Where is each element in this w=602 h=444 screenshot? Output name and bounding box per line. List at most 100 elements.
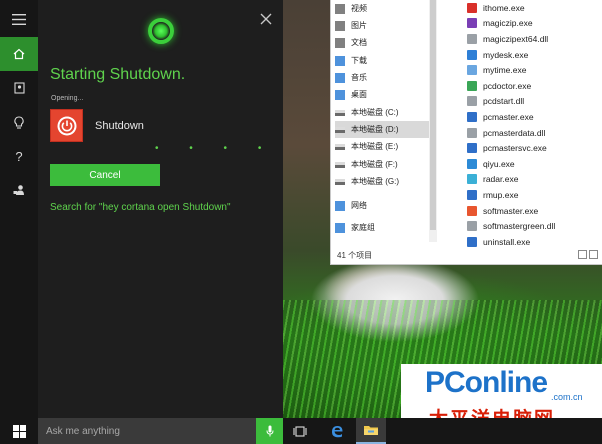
- file-icon: [467, 189, 477, 200]
- watermark-domain: .com.cn: [551, 392, 583, 402]
- nav-item[interactable]: 网络: [335, 197, 431, 214]
- nav-item[interactable]: 本地磁盘 (C:): [335, 104, 431, 121]
- file-name: pcdstart.dll: [483, 96, 525, 107]
- view-toggle[interactable]: [578, 250, 598, 259]
- file-name: ithome.exe: [483, 2, 525, 13]
- details-view-icon[interactable]: [578, 250, 587, 259]
- nav-item[interactable]: 下载: [335, 52, 431, 69]
- cancel-button[interactable]: Cancel: [50, 164, 160, 186]
- nav-item[interactable]: 视频: [335, 0, 431, 17]
- menu-icon[interactable]: [0, 2, 38, 36]
- music-folder-icon: [335, 72, 345, 83]
- microphone-icon: [266, 425, 273, 437]
- file-name: softmaster.exe: [483, 205, 539, 216]
- file-item[interactable]: radar.exe: [467, 172, 602, 188]
- file-name: qiyu.exe: [483, 158, 515, 169]
- search-hint-link[interactable]: Search for "hey cortana open Shutdown": [50, 202, 231, 213]
- file-item[interactable]: pcmastersvc.exe: [467, 140, 602, 156]
- app-name[interactable]: Shutdown: [95, 120, 144, 132]
- nav-item-label: 家庭组: [351, 223, 375, 232]
- nav-item-label: 本地磁盘 (D:): [351, 125, 399, 134]
- pictures-folder-icon: [335, 20, 345, 31]
- cortana-rail: ?: [0, 0, 38, 418]
- file-item[interactable]: mydesk.exe: [467, 47, 602, 63]
- file-item[interactable]: pcmasterdata.dll: [467, 125, 602, 141]
- shutdown-app-icon[interactable]: [50, 109, 83, 142]
- file-item[interactable]: softmastergreen.dll: [467, 218, 602, 234]
- drive-icon: [335, 178, 345, 185]
- nav-item-label: 图片: [351, 21, 367, 30]
- nav-item[interactable]: 文档: [335, 34, 431, 51]
- file-item[interactable]: magiczipext64.dll: [467, 31, 602, 47]
- file-item[interactable]: magiczip.exe: [467, 16, 602, 32]
- watermark-logo: PConline: [425, 366, 548, 400]
- file-name: pcmastersvc.exe: [483, 143, 547, 154]
- feedback-icon[interactable]: [0, 173, 38, 207]
- file-explorer-taskbar-icon[interactable]: [356, 418, 386, 444]
- nav-item[interactable]: 本地磁盘 (E:): [335, 138, 431, 155]
- file-item[interactable]: pcdoctor.exe: [467, 78, 602, 94]
- file-item[interactable]: ithome.exe: [467, 0, 602, 16]
- start-button[interactable]: [0, 418, 38, 444]
- file-name: rmup.exe: [483, 189, 519, 200]
- nav-item[interactable]: 图片: [335, 17, 431, 34]
- nav-item[interactable]: 音乐: [335, 69, 431, 86]
- microphone-button[interactable]: [256, 418, 283, 444]
- file-icon: [467, 65, 477, 76]
- file-name: mydesk.exe: [483, 49, 529, 60]
- nav-item[interactable]: 本地磁盘 (G:): [335, 173, 431, 190]
- video-folder-icon: [335, 3, 345, 14]
- documents-folder-icon: [335, 37, 345, 48]
- navigation-pane: 视频图片文档下载音乐桌面 本地磁盘 (C:) 本地磁盘 (D:) 本地磁盘 (E:) 本…: [331, 0, 431, 242]
- file-name: magiczipext64.dll: [483, 33, 549, 44]
- network-icon: [335, 200, 345, 211]
- nav-item[interactable]: 桌面: [335, 86, 431, 103]
- taskbar-search-input[interactable]: Ask me anything: [38, 418, 256, 444]
- notebook-icon[interactable]: [0, 71, 38, 105]
- nav-scrollbar[interactable]: [429, 0, 437, 242]
- file-item[interactable]: qiyu.exe: [467, 156, 602, 172]
- file-list: ithome.exe magiczip.exe magiczipext64.dll m…: [467, 0, 602, 248]
- drive-icon: [335, 161, 345, 168]
- desktop-folder-icon: [335, 89, 345, 100]
- nav-item[interactable]: 家庭组: [335, 219, 431, 236]
- nav-item-label: 视频: [351, 4, 367, 13]
- file-item[interactable]: pcmaster.exe: [467, 109, 602, 125]
- file-icon: [467, 111, 477, 122]
- file-name: mytime.exe: [483, 65, 527, 76]
- file-item[interactable]: pcdstart.dll: [467, 94, 602, 110]
- edge-browser-icon[interactable]: [322, 418, 352, 444]
- nav-scrollbar-thumb[interactable]: [430, 0, 436, 230]
- file-icon: [467, 2, 477, 13]
- file-icon: [467, 80, 477, 91]
- nav-item-label: 本地磁盘 (G:): [351, 177, 399, 186]
- lightbulb-icon[interactable]: [0, 105, 38, 139]
- nav-item-label: 本地磁盘 (E:): [351, 142, 399, 151]
- file-name: magiczip.exe: [483, 18, 533, 29]
- nav-item-label: 下载: [351, 56, 367, 65]
- file-name: pcdoctor.exe: [483, 80, 532, 91]
- drive-icon: [335, 126, 345, 133]
- homegroup-icon: [335, 222, 345, 233]
- nav-item-label: 文档: [351, 38, 367, 47]
- file-name: pcmasterdata.dll: [483, 127, 546, 138]
- help-icon[interactable]: ?: [0, 139, 38, 173]
- file-item[interactable]: rmup.exe: [467, 187, 602, 203]
- task-view-icon[interactable]: [285, 418, 315, 444]
- nav-item-label: 音乐: [351, 73, 367, 82]
- file-icon: [467, 96, 477, 107]
- progress-dots: • • • •: [155, 143, 276, 154]
- large-icons-view-icon[interactable]: [589, 250, 598, 259]
- file-item[interactable]: mytime.exe: [467, 62, 602, 78]
- taskbar: Ask me anything: [0, 418, 602, 444]
- home-icon[interactable]: [0, 37, 38, 71]
- file-explorer-window: 视频图片文档下载音乐桌面 本地磁盘 (C:) 本地磁盘 (D:) 本地磁盘 (E:) 本…: [330, 0, 602, 265]
- nav-item[interactable]: 本地磁盘 (D:): [335, 121, 431, 138]
- nav-item[interactable]: 本地磁盘 (F:): [335, 156, 431, 173]
- status-bar: 41 个项目: [337, 250, 373, 260]
- file-name: radar.exe: [483, 174, 519, 185]
- file-icon: [467, 127, 477, 138]
- file-item[interactable]: softmaster.exe: [467, 203, 602, 219]
- close-icon[interactable]: [258, 11, 274, 27]
- downloads-folder-icon: [335, 55, 345, 66]
